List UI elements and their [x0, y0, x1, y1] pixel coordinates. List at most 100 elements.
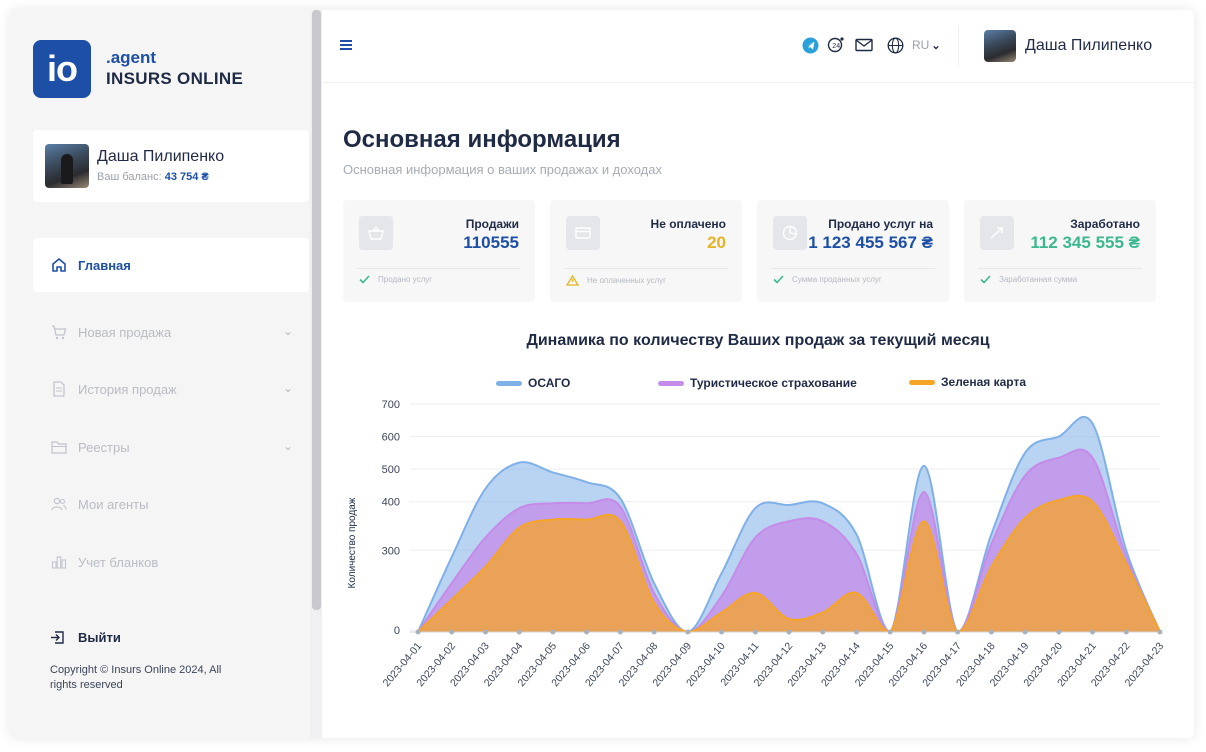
data-point [719, 629, 725, 635]
chevron-down-icon[interactable]: ⌄ [283, 324, 293, 338]
stat-value: 20 [707, 233, 726, 252]
support-24-icon[interactable]: 24 [827, 36, 847, 54]
cart-icon [50, 324, 68, 340]
basket-icon [359, 216, 393, 250]
main-content: Основная информация Основная информация … [322, 82, 1194, 738]
data-point [449, 629, 455, 635]
sidebar-item-new-sale[interactable]: Новая продажа ⌄ [33, 305, 309, 359]
trend-up-icon [980, 216, 1014, 250]
chevron-down-icon[interactable]: ⌄ [283, 381, 293, 395]
stat-card-earned: Заработано 112 345 555 ₴ Заработанная су… [964, 200, 1156, 302]
legend-label: ОСАГО [528, 376, 571, 390]
app-window: io .agent INSURS ONLINE Даша Пилипенко В… [10, 10, 1194, 738]
stat-foot: Сумма проданных услуг [792, 275, 882, 284]
folder-icon [50, 440, 68, 454]
data-point [1090, 629, 1096, 635]
y-tick-label: 300 [382, 545, 400, 557]
user-avatar[interactable] [984, 30, 1016, 62]
data-point [617, 629, 623, 635]
data-point [887, 629, 893, 635]
data-point [988, 629, 994, 635]
stat-card-unpaid: Не оплачено 20 Не оплаченных услуг [550, 200, 742, 302]
legend-item-green-card[interactable]: Зеленая карта [909, 375, 1026, 389]
check-icon [980, 275, 991, 284]
sidebar-item-label: Новая продажа [78, 324, 172, 340]
globe-icon[interactable] [887, 37, 904, 54]
data-point [415, 629, 421, 635]
data-point [820, 629, 826, 635]
scrollbar-thumb[interactable] [312, 10, 321, 610]
document-icon [50, 381, 68, 397]
menu-icon[interactable] [340, 40, 352, 52]
profile-name: Даша Пилипенко [97, 148, 225, 165]
logout-label: Выйти [78, 630, 121, 645]
y-tick-label: 400 [382, 497, 400, 509]
home-icon [50, 257, 68, 273]
stat-label: Продажи [465, 217, 519, 231]
logo[interactable]: io .agent INSURS ONLINE [33, 40, 243, 98]
stat-card-sold-total: Продано услуг на 1 123 455 567 ₴ Сумма п… [757, 200, 949, 302]
sidebar-item-home[interactable]: Главная [33, 238, 309, 292]
copyright-text: Copyright © Insurs Online 2024, All righ… [50, 664, 222, 691]
y-tick-label: 600 [382, 432, 400, 444]
stat-foot: Продано услуг [378, 275, 433, 284]
sidebar-item-label: История продаж [78, 381, 177, 397]
bar-chart-icon [50, 555, 68, 569]
data-point [752, 629, 758, 635]
logo-agent-text: .agent [106, 48, 157, 67]
topbar-divider [958, 26, 959, 66]
sidebar-item-label: Главная [78, 257, 131, 273]
stat-foot: Не оплаченных услуг [587, 276, 667, 285]
chevron-down-icon[interactable]: ⌄ [283, 439, 293, 453]
stat-value: 110555 [463, 233, 519, 252]
data-point [1123, 629, 1129, 635]
logo-company-text: INSURS ONLINE [106, 69, 244, 88]
chart-title: Динамика по количеству Ваших продаж за т… [526, 332, 990, 349]
sidebar-scrollbar[interactable] [310, 10, 322, 738]
y-tick-label: 500 [382, 464, 400, 476]
legend-item-travel[interactable]: Туристическое страхование [658, 376, 857, 390]
legend-label: Туристическое страхование [690, 376, 857, 390]
check-icon [359, 275, 370, 284]
sidebar-item-registries[interactable]: Реестры ⌄ [33, 420, 309, 474]
sidebar-item-sales-history[interactable]: История продаж ⌄ [33, 362, 309, 416]
data-point [685, 629, 691, 635]
warning-icon [566, 275, 579, 286]
sales-area-chart: 03004005006007002023-04-012023-04-022023… [347, 399, 1166, 689]
data-point [651, 629, 657, 635]
profile-balance: Ваш баланс: 43 754 ₴ [97, 171, 209, 183]
logout-icon [50, 631, 64, 644]
telegram-icon[interactable] [802, 37, 819, 54]
sidebar-item-label: Реестры [78, 439, 130, 455]
legend-item-osago[interactable]: ОСАГО [496, 376, 570, 390]
check-icon [773, 275, 784, 284]
pie-chart-icon [773, 216, 807, 250]
y-tick-label: 700 [382, 399, 400, 411]
balance-value: 43 754 ₴ [164, 171, 209, 183]
legend-swatch [496, 380, 522, 386]
page-title: Основная информация [343, 126, 621, 153]
sidebar-item-my-agents[interactable]: Мои агенты [33, 477, 309, 531]
y-axis-label: Количество продаж [347, 497, 358, 588]
language-select[interactable]: RU ⌄ [912, 38, 941, 52]
svg-text:24: 24 [832, 43, 840, 50]
stat-value: 112 345 555 ₴ [1030, 233, 1140, 252]
stat-label: Продано услуг на [828, 217, 933, 231]
sidebar-item-label: Учет бланков [78, 554, 159, 570]
sidebar-item-blank-accounting[interactable]: Учет бланков [33, 535, 309, 589]
balance-label: Ваш баланс: [97, 171, 162, 183]
sidebar: io .agent INSURS ONLINE Даша Пилипенко В… [10, 10, 310, 738]
chevron-down-icon: ⌄ [931, 39, 941, 52]
user-name[interactable]: Даша Пилипенко [1025, 37, 1152, 55]
card-icon [566, 216, 600, 250]
mail-icon[interactable] [855, 38, 873, 52]
data-point [955, 629, 961, 635]
logo-mark: io [33, 40, 91, 98]
profile-card[interactable]: Даша Пилипенко Ваш баланс: 43 754 ₴ [33, 130, 309, 202]
legend-swatch [909, 379, 935, 385]
language-value: RU [912, 38, 930, 52]
logout-button[interactable]: Выйти [50, 630, 121, 645]
data-point [853, 629, 859, 635]
data-point [550, 629, 556, 635]
sidebar-item-label: Мои агенты [78, 496, 149, 512]
